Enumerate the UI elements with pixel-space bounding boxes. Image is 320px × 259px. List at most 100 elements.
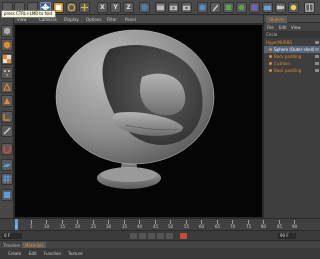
- polygons-icon: [4, 98, 10, 104]
- current-frame-field[interactable]: 0 F: [2, 233, 22, 239]
- object-row[interactable]: HyperNURBS: [264, 39, 320, 46]
- tick-label: 55: [184, 224, 190, 229]
- world-coordinates-button[interactable]: [139, 2, 150, 13]
- egg-chair-render: [55, 29, 215, 189]
- object-type-icon: [269, 48, 272, 51]
- object-label: Cushion: [274, 61, 291, 66]
- axis-z-label: Z: [126, 4, 131, 11]
- objects-header: Circle: [264, 31, 320, 38]
- object-type-icon: [269, 55, 272, 58]
- tab-objects[interactable]: Objects: [266, 16, 288, 23]
- coordinate-tool-button[interactable]: [79, 2, 90, 13]
- palette-points-button[interactable]: [1, 67, 13, 79]
- tick-label: 65: [215, 224, 221, 229]
- palette-solo-button[interactable]: [1, 189, 13, 201]
- materials-menu-texture[interactable]: Texture: [68, 251, 83, 256]
- object-row[interactable]: Cushion: [264, 60, 320, 67]
- tick-label: 30: [106, 224, 112, 229]
- nurbs-icon: [225, 4, 232, 11]
- environment-button[interactable]: [262, 2, 273, 13]
- rotate-icon: [67, 3, 76, 12]
- materials-menu-edit[interactable]: Edit: [29, 251, 37, 256]
- end-frame-field[interactable]: 90 F: [278, 233, 296, 239]
- palette-tweak-button[interactable]: [1, 125, 13, 137]
- palette-snap-button[interactable]: [1, 143, 13, 155]
- visibility-icon[interactable]: [315, 55, 319, 58]
- go-to-end-button[interactable]: [166, 233, 173, 239]
- panel-tab-bar: Objects: [264, 15, 320, 23]
- render-settings-button[interactable]: [181, 2, 192, 13]
- render-settings-icon: [182, 5, 191, 11]
- points-icon: [4, 70, 10, 76]
- palette-object-button[interactable]: [1, 39, 13, 51]
- tick-label: 60: [199, 224, 205, 229]
- 3d-viewport[interactable]: [14, 24, 263, 218]
- record-button[interactable]: [180, 233, 187, 239]
- viewport-menu-panel[interactable]: Panel: [125, 17, 136, 22]
- visibility-icon[interactable]: [315, 62, 319, 65]
- left-tool-palette: [0, 15, 14, 218]
- tick-label: 10: [44, 224, 50, 229]
- workplane-icon: [3, 164, 11, 167]
- light-icon: [290, 4, 297, 11]
- light-button[interactable]: [288, 2, 299, 13]
- palette-grid-button[interactable]: [1, 173, 13, 185]
- visibility-icon[interactable]: [315, 48, 319, 51]
- tick-label: 90: [292, 224, 298, 229]
- grid-icon: [3, 175, 11, 183]
- model-cube-icon: [4, 27, 10, 35]
- object-label: Sphere (Outer shell): [274, 47, 315, 52]
- nurbs-button[interactable]: [223, 2, 234, 13]
- tick-label: 25: [91, 224, 97, 229]
- fold-tooltip: press CTRL+LMB to fold: [1, 10, 56, 18]
- globe-icon: [141, 4, 148, 11]
- viewport-menu-filter[interactable]: Filter: [107, 17, 117, 22]
- array-button[interactable]: [236, 2, 247, 13]
- object-row[interactable]: Back padding: [264, 67, 320, 74]
- palette-workplane-button[interactable]: [1, 159, 13, 171]
- render-picture-viewer-button[interactable]: [168, 2, 179, 13]
- materials-menu-function[interactable]: Function: [44, 251, 61, 256]
- palette-edges-button[interactable]: [1, 81, 13, 93]
- objects-menu-file[interactable]: File: [267, 25, 274, 30]
- plus-axis-icon: [80, 3, 89, 12]
- deformer-button[interactable]: [249, 2, 260, 13]
- axis-y-button[interactable]: Y: [110, 2, 121, 13]
- tick-label: 80: [261, 224, 267, 229]
- objects-menu-view[interactable]: View: [291, 25, 301, 30]
- solo-icon: [4, 192, 10, 198]
- layout-button[interactable]: [304, 2, 315, 13]
- next-frame-button[interactable]: [157, 233, 164, 239]
- palette-model-button[interactable]: [1, 25, 13, 37]
- axis-z-button[interactable]: Z: [123, 2, 134, 13]
- object-row-selected[interactable]: Sphere (Outer shell): [264, 46, 320, 53]
- palette-polygons-button[interactable]: [1, 95, 13, 107]
- go-to-start-button[interactable]: [130, 233, 137, 239]
- cube-primitive-button[interactable]: [197, 2, 208, 13]
- camera-button[interactable]: [275, 2, 286, 13]
- rotate-tool-button[interactable]: [66, 2, 77, 13]
- edges-icon: [3, 82, 11, 91]
- previous-frame-button[interactable]: [139, 233, 146, 239]
- visibility-icon[interactable]: [315, 69, 319, 72]
- checker-icon: [3, 55, 11, 63]
- objects-manager: Objects File Edit View Circle HyperNURBS…: [263, 15, 320, 218]
- materials-menu-create[interactable]: Create: [8, 251, 21, 256]
- object-row[interactable]: Back padding: [264, 53, 320, 60]
- object-label: Back padding: [274, 54, 302, 59]
- object-label: HyperNURBS: [266, 40, 292, 45]
- visibility-icon[interactable]: [315, 41, 319, 44]
- viewport-menu-display[interactable]: Display: [64, 17, 79, 22]
- timeline-ruler[interactable]: 0 5 10 15 20 25 30 35 40 45 50 55 60 65 …: [0, 218, 320, 231]
- tick-label: 0: [15, 224, 18, 229]
- render-view-button[interactable]: [155, 2, 166, 13]
- palette-texture-button[interactable]: [1, 53, 13, 65]
- viewport-menu-options[interactable]: Options: [86, 17, 101, 22]
- palette-axis-button[interactable]: [1, 111, 13, 123]
- objects-menu-edit[interactable]: Edit: [279, 25, 287, 30]
- tick-label: 50: [168, 224, 174, 229]
- play-button[interactable]: [148, 233, 155, 239]
- clapper-play-icon: [169, 5, 178, 11]
- pen-spline-button[interactable]: [210, 2, 221, 13]
- axis-x-button[interactable]: X: [97, 2, 108, 13]
